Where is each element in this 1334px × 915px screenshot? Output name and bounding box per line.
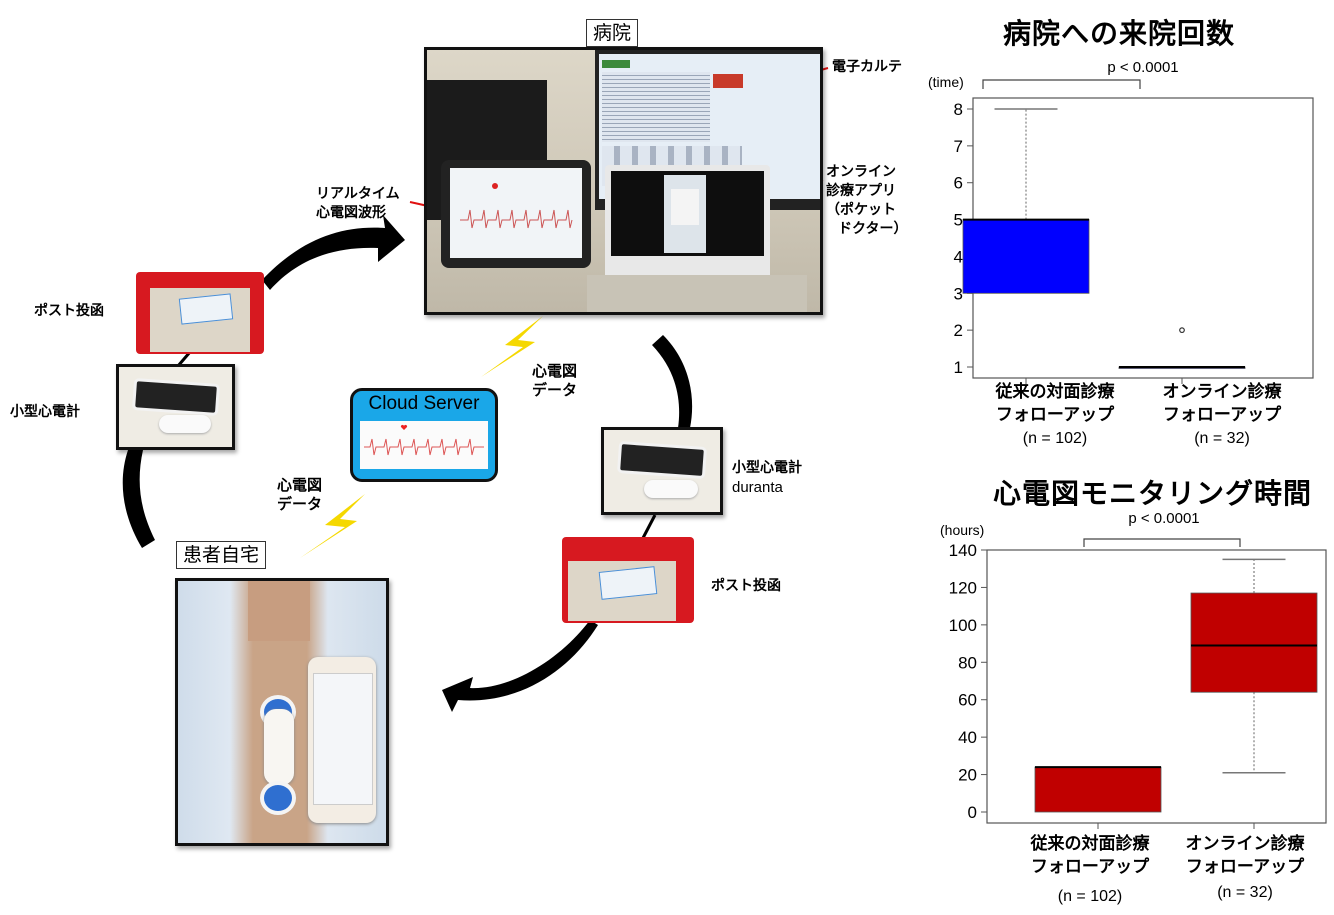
right-ecg-label-line-2: duranta xyxy=(732,479,783,496)
chart-1-y-tick-label: 6 xyxy=(954,174,963,193)
realtime-ecg-label: リアルタイム 心電図波形 xyxy=(316,185,400,223)
arrow-post-to-home xyxy=(442,620,598,712)
right-ecg-label-line-1: 小型心電計 xyxy=(732,460,802,476)
chart-2-category-2-line-2: フォローアップ xyxy=(1185,857,1305,877)
hospital-label: 病院 xyxy=(586,19,639,47)
ecg-data-label-lower-line-1: 心電図 xyxy=(277,476,323,494)
chart-2-category-1: 従来の対面診療 フォローアップ (n = 102) xyxy=(1017,833,1163,908)
chart-1-category-1-line-1: 従来の対面診療 xyxy=(995,382,1115,402)
chart-2-box xyxy=(1034,766,1162,813)
arrow-post-to-hospital xyxy=(262,215,405,290)
chart-2-box xyxy=(1190,592,1318,693)
realtime-ecg-label-line-1: リアルタイム xyxy=(316,186,400,202)
tablet-ecg xyxy=(441,160,591,268)
chart-2-y-tick-label: 120 xyxy=(949,578,977,597)
online-app-label-line-1: オンライン xyxy=(826,164,896,180)
online-app-label-line-3: （ポケット xyxy=(826,202,896,218)
chart-2-significance-bracket xyxy=(1083,538,1241,547)
chart-2-category-2: オンライン診療 フォローアップ (n = 32) xyxy=(1172,833,1318,904)
chart-2-y-tick-label: 40 xyxy=(958,728,977,747)
chart-1-category-2-line-1: オンライン診療 xyxy=(1162,382,1282,402)
chart-1-y-tick-label: 4 xyxy=(954,247,963,266)
chart-1-category-1-line-2: フォローアップ xyxy=(995,405,1115,425)
chart-1-box xyxy=(962,219,1090,294)
connector-right xyxy=(641,514,657,539)
chart-1-outlier-point xyxy=(1179,327,1185,334)
chart-2-category-1-line-2: フォローアップ xyxy=(1030,857,1150,877)
chart-2-y-tick-label: 20 xyxy=(958,766,977,785)
laptop-online-app xyxy=(605,165,770,280)
chart-1-y-axis-label: (time) xyxy=(928,74,964,90)
chart-1-significance-bracket xyxy=(982,79,1141,89)
patient-home-photo xyxy=(175,578,389,846)
arrow-device-to-hospital xyxy=(652,335,693,428)
right-ecg-device-photo xyxy=(601,427,723,515)
chart-2-y-tick-label: 140 xyxy=(949,541,977,560)
left-post-photo xyxy=(136,272,264,354)
online-app-label-line-2: 診療アプリ xyxy=(826,183,896,199)
chart-1-y-tick-label: 3 xyxy=(954,284,963,303)
ecg-data-label-upper-line-1: 心電図 xyxy=(532,362,578,380)
chart-1-y-tick-label: 8 xyxy=(954,100,963,119)
chart-1-category-2-line-2: フォローアップ xyxy=(1162,405,1282,425)
chart-2-p-value: p < 0.0001 xyxy=(1128,510,1199,527)
chart-2-category-2-line-1: オンライン診療 xyxy=(1185,834,1305,854)
smartphone xyxy=(308,657,376,823)
chart-1-category-2-n: (n = 32) xyxy=(1194,430,1250,447)
chart-1-y-tick-label: 2 xyxy=(954,321,963,340)
online-app-label-line-4: ドクター） xyxy=(838,221,908,237)
chart-2-y-tick-label: 60 xyxy=(958,691,977,710)
ecg-data-label-lower: 心電図 データ xyxy=(277,476,322,514)
right-post-label: ポスト投函 xyxy=(711,578,781,594)
ecg-data-label-upper: 心電図 データ xyxy=(532,362,577,400)
chart-1-y-tick-label: 7 xyxy=(954,137,963,156)
chart-2-category-2-n: (n = 32) xyxy=(1217,884,1273,901)
emr-label: 電子カルテ xyxy=(832,59,902,75)
left-ecg-device-photo xyxy=(116,364,235,450)
chart-1-category-1: 従来の対面診療 フォローアップ (n = 102) xyxy=(985,381,1125,450)
chart-1-category-1-n: (n = 102) xyxy=(1022,430,1088,447)
chart-2-y-tick-label: 100 xyxy=(949,616,977,635)
right-post-photo xyxy=(562,537,694,623)
chart-1-category-2: オンライン診療 フォローアップ (n = 32) xyxy=(1152,381,1292,450)
home-label: 患者自宅 xyxy=(176,541,267,569)
monitoring-boxplot: p < 0.0001 (hours) 0 20 40 60 80 100 120 140 xyxy=(940,510,1327,829)
cloud-ecg-waveform xyxy=(360,421,488,469)
chart-2-category-1-line-1: 従来の対面診療 xyxy=(1030,834,1150,854)
chart-2-y-tick-label: 0 xyxy=(968,803,977,822)
chart-1-p-value: p < 0.0001 xyxy=(1107,59,1178,76)
left-post-label: ポスト投函 xyxy=(34,303,104,319)
left-ecg-label: 小型心電計 xyxy=(10,404,80,420)
cloud-server-label: Cloud Server xyxy=(368,393,480,414)
realtime-ecg-label-line-2: 心電図波形 xyxy=(316,205,386,221)
arrow-device-to-home xyxy=(122,450,155,548)
hospital-photo xyxy=(424,47,823,315)
cloud-server: Cloud Server xyxy=(350,388,498,482)
ecg-data-label-upper-line-2: データ xyxy=(532,381,578,399)
chart-1-title: 病院への来院回数 xyxy=(1003,17,1236,50)
chart-1-y-tick-label: 5 xyxy=(954,211,963,230)
chart-2-category-1-n: (n = 102) xyxy=(1057,888,1123,905)
chart-2-y-tick-label: 80 xyxy=(958,653,977,672)
ecg-data-label-lower-line-2: データ xyxy=(277,495,323,513)
online-app-label: オンライン 診療アプリ （ポケット ドクター） xyxy=(826,163,907,239)
right-ecg-label: 小型心電計 duranta xyxy=(732,459,802,497)
chart-1-y-tick-label: 1 xyxy=(954,358,963,377)
chart-2-y-axis-label: (hours) xyxy=(940,522,984,538)
